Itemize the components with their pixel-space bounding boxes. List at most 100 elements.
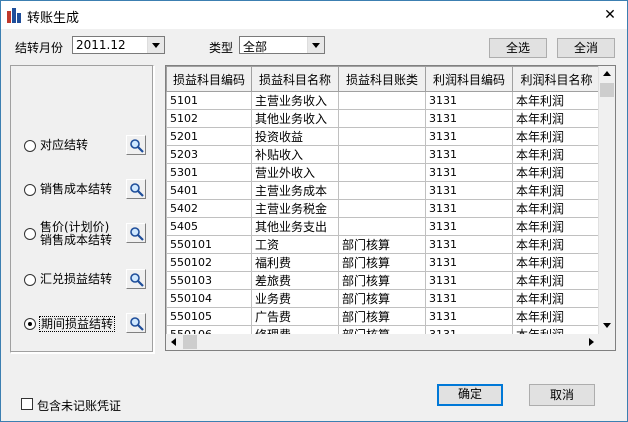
table-row[interactable]: 550103 差旅费 部门核算 3131 本年利润	[166, 271, 601, 290]
option-label[interactable]: 期间损益结转	[39, 316, 116, 332]
table-cell[interactable]: 3131	[425, 109, 513, 128]
table-cell[interactable]: 3131	[425, 145, 513, 164]
include-unposted-checkbox[interactable]	[21, 398, 33, 410]
table-cell[interactable]: 5201	[166, 127, 252, 146]
table-cell[interactable]: 3131	[425, 289, 513, 308]
table-cell[interactable]: 本年利润	[512, 181, 601, 200]
table-cell[interactable]: 本年利润	[512, 217, 601, 236]
radio-sales-cost-transfer[interactable]	[24, 184, 36, 196]
table-cell[interactable]: 550105	[166, 307, 252, 326]
table-cell[interactable]: 3131	[425, 181, 513, 200]
table-cell[interactable]: 部门核算	[338, 235, 426, 254]
table-row[interactable]: 5102 其他业务收入 3131 本年利润	[166, 109, 601, 128]
option-label[interactable]: 销售成本结转	[40, 182, 112, 196]
table-cell[interactable]: 5402	[166, 199, 252, 218]
table-row[interactable]: 5301 营业外收入 3131 本年利润	[166, 163, 601, 182]
table-cell[interactable]: 其他业务支出	[251, 217, 339, 236]
table-cell[interactable]: 部门核算	[338, 271, 426, 290]
table-cell[interactable]: 广告费	[251, 307, 339, 326]
table-cell[interactable]: 部门核算	[338, 253, 426, 272]
table-cell[interactable]: 550103	[166, 271, 252, 290]
table-cell[interactable]: 3131	[425, 91, 513, 110]
table-cell[interactable]: 5301	[166, 163, 252, 182]
table-cell[interactable]: 3131	[425, 199, 513, 218]
table-row[interactable]: 550102 福利费 部门核算 3131 本年利润	[166, 253, 601, 272]
radio-exchange-gain-loss-transfer[interactable]	[24, 274, 36, 286]
ok-button[interactable]: 确定	[437, 384, 503, 406]
table-cell[interactable]: 本年利润	[512, 145, 601, 164]
table-cell[interactable]: 3131	[425, 235, 513, 254]
table-row[interactable]: 5405 其他业务支出 3131 本年利润	[166, 217, 601, 236]
table-cell[interactable]: 本年利润	[512, 163, 601, 182]
table-cell[interactable]: 补贴收入	[251, 145, 339, 164]
column-header[interactable]: 损益科目编码	[166, 66, 252, 92]
radio-corresponding-transfer[interactable]	[24, 140, 36, 152]
month-select[interactable]: 2011.12	[72, 36, 165, 54]
table-row[interactable]: 5203 补贴收入 3131 本年利润	[166, 145, 601, 164]
radio-period-profit-loss-transfer[interactable]	[24, 318, 36, 330]
type-select[interactable]: 全部	[239, 36, 325, 54]
table-row[interactable]: 5401 主营业务成本 3131 本年利润	[166, 181, 601, 200]
column-header[interactable]: 利润科目名称	[512, 66, 601, 92]
table-cell[interactable]: 主营业务收入	[251, 91, 339, 110]
table-cell[interactable]: 本年利润	[512, 289, 601, 308]
scroll-right-icon[interactable]	[583, 334, 599, 350]
table-cell[interactable]: 福利费	[251, 253, 339, 272]
search-icon[interactable]	[126, 179, 146, 199]
table-cell[interactable]: 550102	[166, 253, 252, 272]
table-cell[interactable]: 投资收益	[251, 127, 339, 146]
table-row[interactable]: 550101 工资 部门核算 3131 本年利润	[166, 235, 601, 254]
radio-planned-price-sales-cost-transfer[interactable]	[24, 228, 36, 240]
option-label[interactable]: 汇兑损益结转	[40, 272, 112, 286]
table-cell[interactable]: 部门核算	[338, 289, 426, 308]
cancel-button[interactable]: 取消	[529, 384, 595, 406]
table-cell[interactable]: 3131	[425, 163, 513, 182]
table-cell[interactable]: 其他业务收入	[251, 109, 339, 128]
table-cell[interactable]: 本年利润	[512, 253, 601, 272]
search-icon[interactable]	[126, 223, 146, 243]
table-cell[interactable]: 本年利润	[512, 91, 601, 110]
vertical-scrollbar[interactable]	[598, 66, 615, 334]
table-cell[interactable]: 本年利润	[512, 199, 601, 218]
table-cell[interactable]: 本年利润	[512, 271, 601, 290]
table-row[interactable]: 550105 广告费 部门核算 3131 本年利润	[166, 307, 601, 326]
table-row[interactable]: 550104 业务费 部门核算 3131 本年利润	[166, 289, 601, 308]
column-header[interactable]: 损益科目名称	[251, 66, 339, 92]
table-cell[interactable]: 本年利润	[512, 235, 601, 254]
vertical-scroll-thumb[interactable]	[600, 83, 614, 97]
table-cell[interactable]: 主营业务成本	[251, 181, 339, 200]
table-cell[interactable]	[338, 91, 426, 110]
search-icon[interactable]	[126, 269, 146, 289]
table-cell[interactable]: 3131	[425, 217, 513, 236]
table-cell[interactable]: 5401	[166, 181, 252, 200]
table-cell[interactable]: 主营业务税金	[251, 199, 339, 218]
table-row[interactable]: 5402 主营业务税金 3131 本年利润	[166, 199, 601, 218]
close-icon[interactable]: ✕	[599, 4, 621, 26]
horizontal-scrollbar[interactable]	[166, 334, 599, 350]
table-cell[interactable]: 本年利润	[512, 109, 601, 128]
table-cell[interactable]: 差旅费	[251, 271, 339, 290]
table-cell[interactable]	[338, 181, 426, 200]
table-cell[interactable]: 3131	[425, 253, 513, 272]
horizontal-scroll-thumb[interactable]	[183, 335, 197, 349]
column-header[interactable]: 利润科目编码	[425, 66, 513, 92]
table-cell[interactable]: 本年利润	[512, 307, 601, 326]
table-cell[interactable]	[338, 199, 426, 218]
table-cell[interactable]: 3131	[425, 127, 513, 146]
table-cell[interactable]: 5102	[166, 109, 252, 128]
table-cell[interactable]: 营业外收入	[251, 163, 339, 182]
chevron-down-icon[interactable]	[307, 37, 324, 53]
table-cell[interactable]	[338, 145, 426, 164]
table-cell[interactable]: 3131	[425, 271, 513, 290]
deselect-all-button[interactable]: 全消	[557, 38, 615, 58]
table-cell[interactable]	[338, 109, 426, 128]
table-cell[interactable]: 业务费	[251, 289, 339, 308]
search-icon[interactable]	[126, 313, 146, 333]
column-header[interactable]: 损益科目账类	[338, 66, 426, 92]
table-row[interactable]: 5101 主营业务收入 3131 本年利润	[166, 91, 601, 110]
table-cell[interactable]: 550104	[166, 289, 252, 308]
scroll-up-icon[interactable]	[599, 66, 615, 82]
table-cell[interactable]: 5405	[166, 217, 252, 236]
table-cell[interactable]	[338, 217, 426, 236]
search-icon[interactable]	[126, 135, 146, 155]
